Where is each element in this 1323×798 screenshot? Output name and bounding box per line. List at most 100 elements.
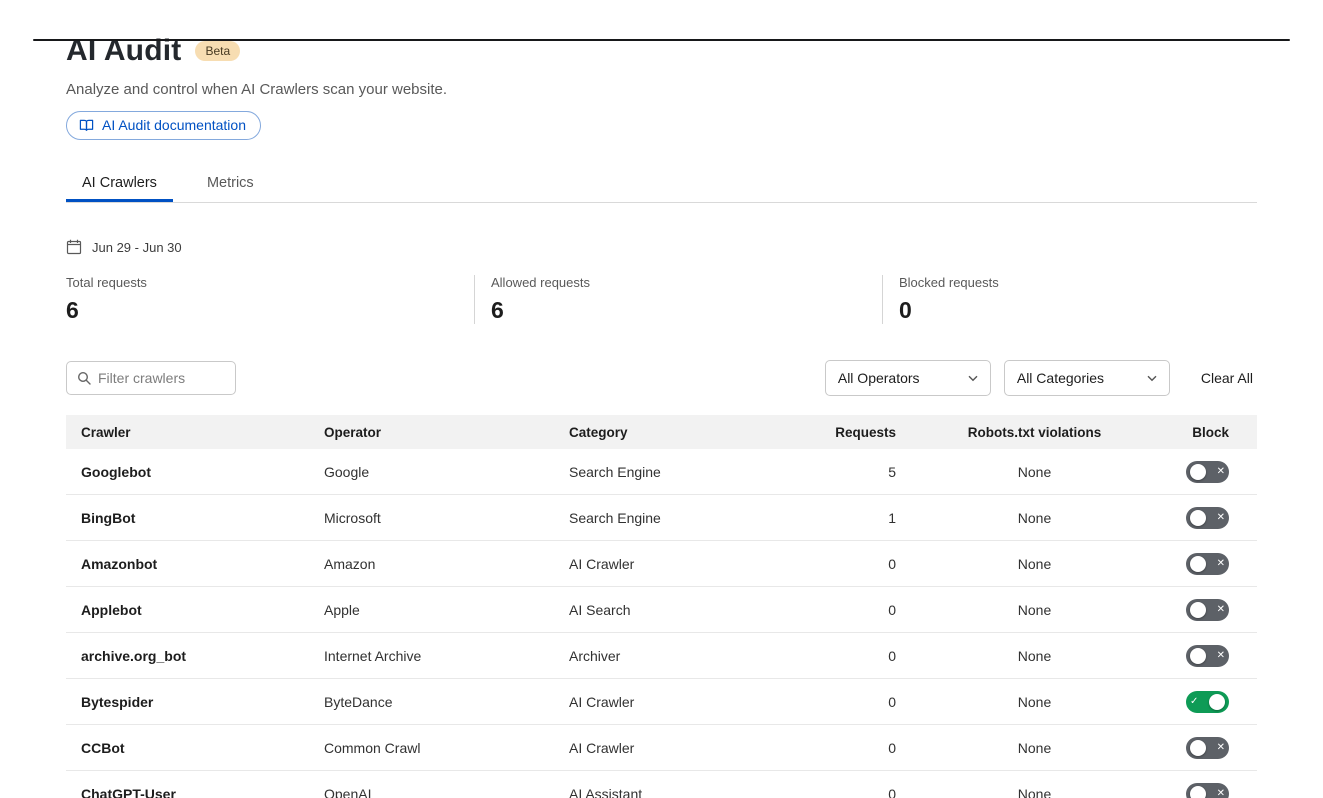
stat-value: 6 [66,297,454,324]
violations-cell: None [911,556,1158,572]
documentation-button-label: AI Audit documentation [102,117,246,133]
crawler-table-body: Googlebot Google Search Engine 5 None ✕ … [66,449,1257,798]
block-cell: ✕ [1158,507,1257,529]
date-range-picker[interactable]: Jun 29 - Jun 30 [66,239,182,255]
operator-cell: Internet Archive [324,648,569,664]
crawler-table-header: Crawler Operator Category Requests Robot… [66,415,1257,449]
block-toggle[interactable]: ✕ [1186,599,1229,621]
chevron-down-icon [1147,375,1157,382]
clear-all-button[interactable]: Clear All [1197,364,1257,392]
operator-cell: Microsoft [324,510,569,526]
violations-cell: None [911,740,1158,756]
toggle-knob [1190,556,1206,572]
toggle-knob [1190,648,1206,664]
toggle-knob [1190,740,1206,756]
header-block: Block [1158,425,1257,440]
operator-cell: ByteDance [324,694,569,710]
block-toggle[interactable]: ✕ [1186,737,1229,759]
tab-ai-crawlers[interactable]: AI Crawlers [66,164,173,202]
requests-cell: 0 [789,602,911,618]
violations-cell: None [911,786,1158,798]
block-cell: ✕ [1158,645,1257,667]
filter-dropdowns: All Operators All Categories Clear All [825,360,1257,396]
book-icon [79,118,94,133]
table-row: archive.org_bot Internet Archive Archive… [66,633,1257,679]
toggle-knob [1190,510,1206,526]
operator-cell: Amazon [324,556,569,572]
tab-metrics[interactable]: Metrics [191,164,270,202]
stats-summary: Total requests 6 Allowed requests 6 Bloc… [66,275,1257,324]
crawler-name-cell: Googlebot [66,464,324,480]
block-toggle[interactable]: ✕ [1186,783,1229,798]
header-violations: Robots.txt violations [911,425,1158,440]
table-row: Bytespider ByteDance AI Crawler 0 None ✓ [66,679,1257,725]
header-category: Category [569,425,789,440]
category-cell: AI Crawler [569,556,789,572]
toggle-knob [1190,786,1206,798]
requests-cell: 0 [789,740,911,756]
toggle-state-icon: ✕ [1217,513,1225,523]
beta-badge: Beta [195,41,240,61]
toggle-knob [1190,602,1206,618]
requests-cell: 0 [789,786,911,798]
toggle-state-icon: ✕ [1217,605,1225,615]
toggle-state-icon: ✓ [1190,697,1198,707]
block-cell: ✓ [1158,691,1257,713]
block-toggle[interactable]: ✕ [1186,553,1229,575]
crawler-table: Crawler Operator Category Requests Robot… [66,415,1257,798]
block-cell: ✕ [1158,783,1257,798]
category-cell: AI Assistant [569,786,789,798]
operator-cell: Common Crawl [324,740,569,756]
block-cell: ✕ [1158,599,1257,621]
documentation-button[interactable]: AI Audit documentation [66,111,261,140]
category-cell: Search Engine [569,510,789,526]
block-cell: ✕ [1158,553,1257,575]
stat-total-requests: Total requests 6 [66,275,474,324]
violations-cell: None [911,694,1158,710]
violations-cell: None [911,602,1158,618]
toggle-state-icon: ✕ [1217,559,1225,569]
table-row: Applebot Apple AI Search 0 None ✕ [66,587,1257,633]
table-row: ChatGPT-User OpenAI AI Assistant 0 None … [66,771,1257,798]
categories-select-value: All Categories [1017,370,1104,386]
toggle-state-icon: ✕ [1217,789,1225,798]
stat-value: 6 [491,297,862,324]
requests-cell: 0 [789,556,911,572]
filter-toolbar: All Operators All Categories Clear All [66,360,1257,396]
toggle-state-icon: ✕ [1217,651,1225,661]
toggle-knob [1209,694,1225,710]
ai-audit-page: AI Audit Beta Analyze and control when A… [0,34,1323,798]
block-toggle[interactable]: ✕ [1186,461,1229,483]
crawler-name-cell: Amazonbot [66,556,324,572]
table-row: Googlebot Google Search Engine 5 None ✕ [66,449,1257,495]
crawler-name-cell: BingBot [66,510,324,526]
chevron-down-icon [968,375,978,382]
page-subtitle: Analyze and control when AI Crawlers sca… [66,81,1257,98]
crawler-name-cell: CCBot [66,740,324,756]
stat-allowed-requests: Allowed requests 6 [474,275,882,324]
table-row: CCBot Common Crawl AI Crawler 0 None ✕ [66,725,1257,771]
tab-bar: AI Crawlers Metrics [66,164,1257,203]
operator-cell: OpenAI [324,786,569,798]
violations-cell: None [911,464,1158,480]
requests-cell: 0 [789,694,911,710]
categories-select[interactable]: All Categories [1004,360,1170,396]
operators-select[interactable]: All Operators [825,360,991,396]
violations-cell: None [911,648,1158,664]
category-cell: AI Crawler [569,740,789,756]
violations-cell: None [911,510,1158,526]
stat-label: Allowed requests [491,275,862,290]
toggle-state-icon: ✕ [1217,743,1225,753]
filter-crawlers-input[interactable] [98,370,225,386]
block-toggle[interactable]: ✓ [1186,691,1229,713]
block-toggle[interactable]: ✕ [1186,645,1229,667]
crawler-name-cell: archive.org_bot [66,648,324,664]
block-cell: ✕ [1158,737,1257,759]
stat-blocked-requests: Blocked requests 0 [882,275,1290,324]
calendar-icon [66,239,82,255]
requests-cell: 1 [789,510,911,526]
operator-cell: Google [324,464,569,480]
block-toggle[interactable]: ✕ [1186,507,1229,529]
category-cell: Archiver [569,648,789,664]
header-crawler: Crawler [66,425,324,440]
